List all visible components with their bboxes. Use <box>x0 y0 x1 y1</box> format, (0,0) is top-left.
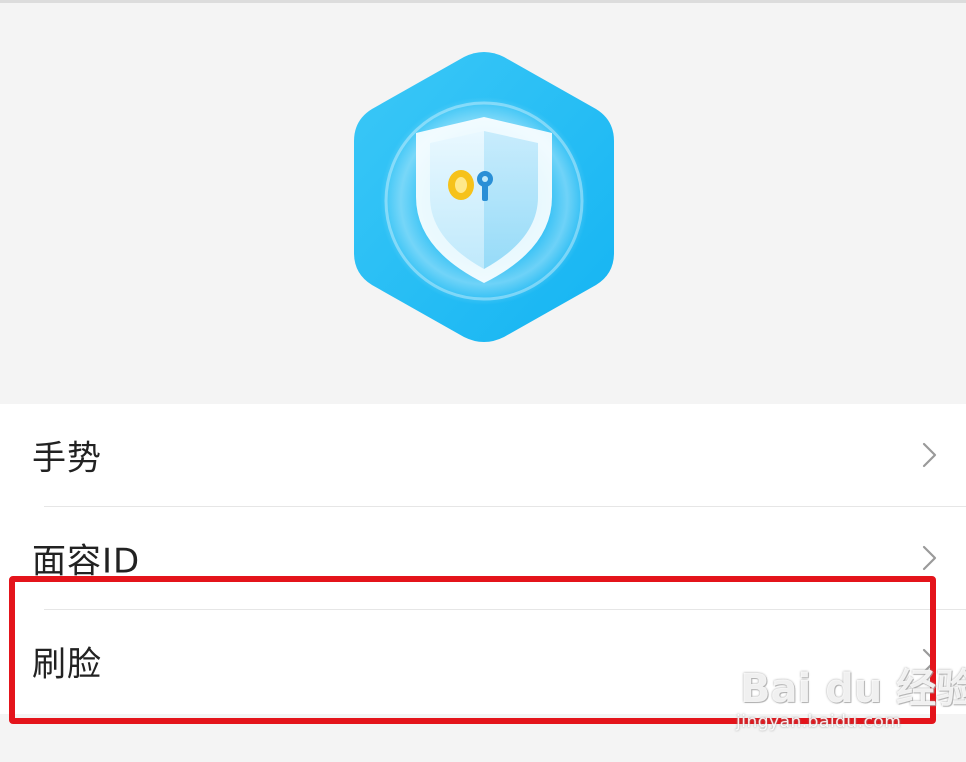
security-shield-key-icon <box>354 52 614 342</box>
security-header <box>0 3 966 403</box>
menu-item-face-scan[interactable]: 刷脸 <box>0 610 966 712</box>
menu-item-label: 面容ID <box>32 541 141 582</box>
chevron-right-icon <box>922 648 937 674</box>
chevron-right-icon <box>922 442 937 468</box>
chevron-right-icon <box>922 545 937 571</box>
security-menu-list: 手势 面容ID 刷脸 <box>0 404 966 714</box>
menu-item-face-id[interactable]: 面容ID <box>0 507 966 609</box>
menu-item-gesture[interactable]: 手势 <box>0 404 966 506</box>
menu-item-label: 手势 <box>32 438 102 479</box>
footer-background <box>0 714 966 762</box>
menu-item-label: 刷脸 <box>32 644 102 685</box>
